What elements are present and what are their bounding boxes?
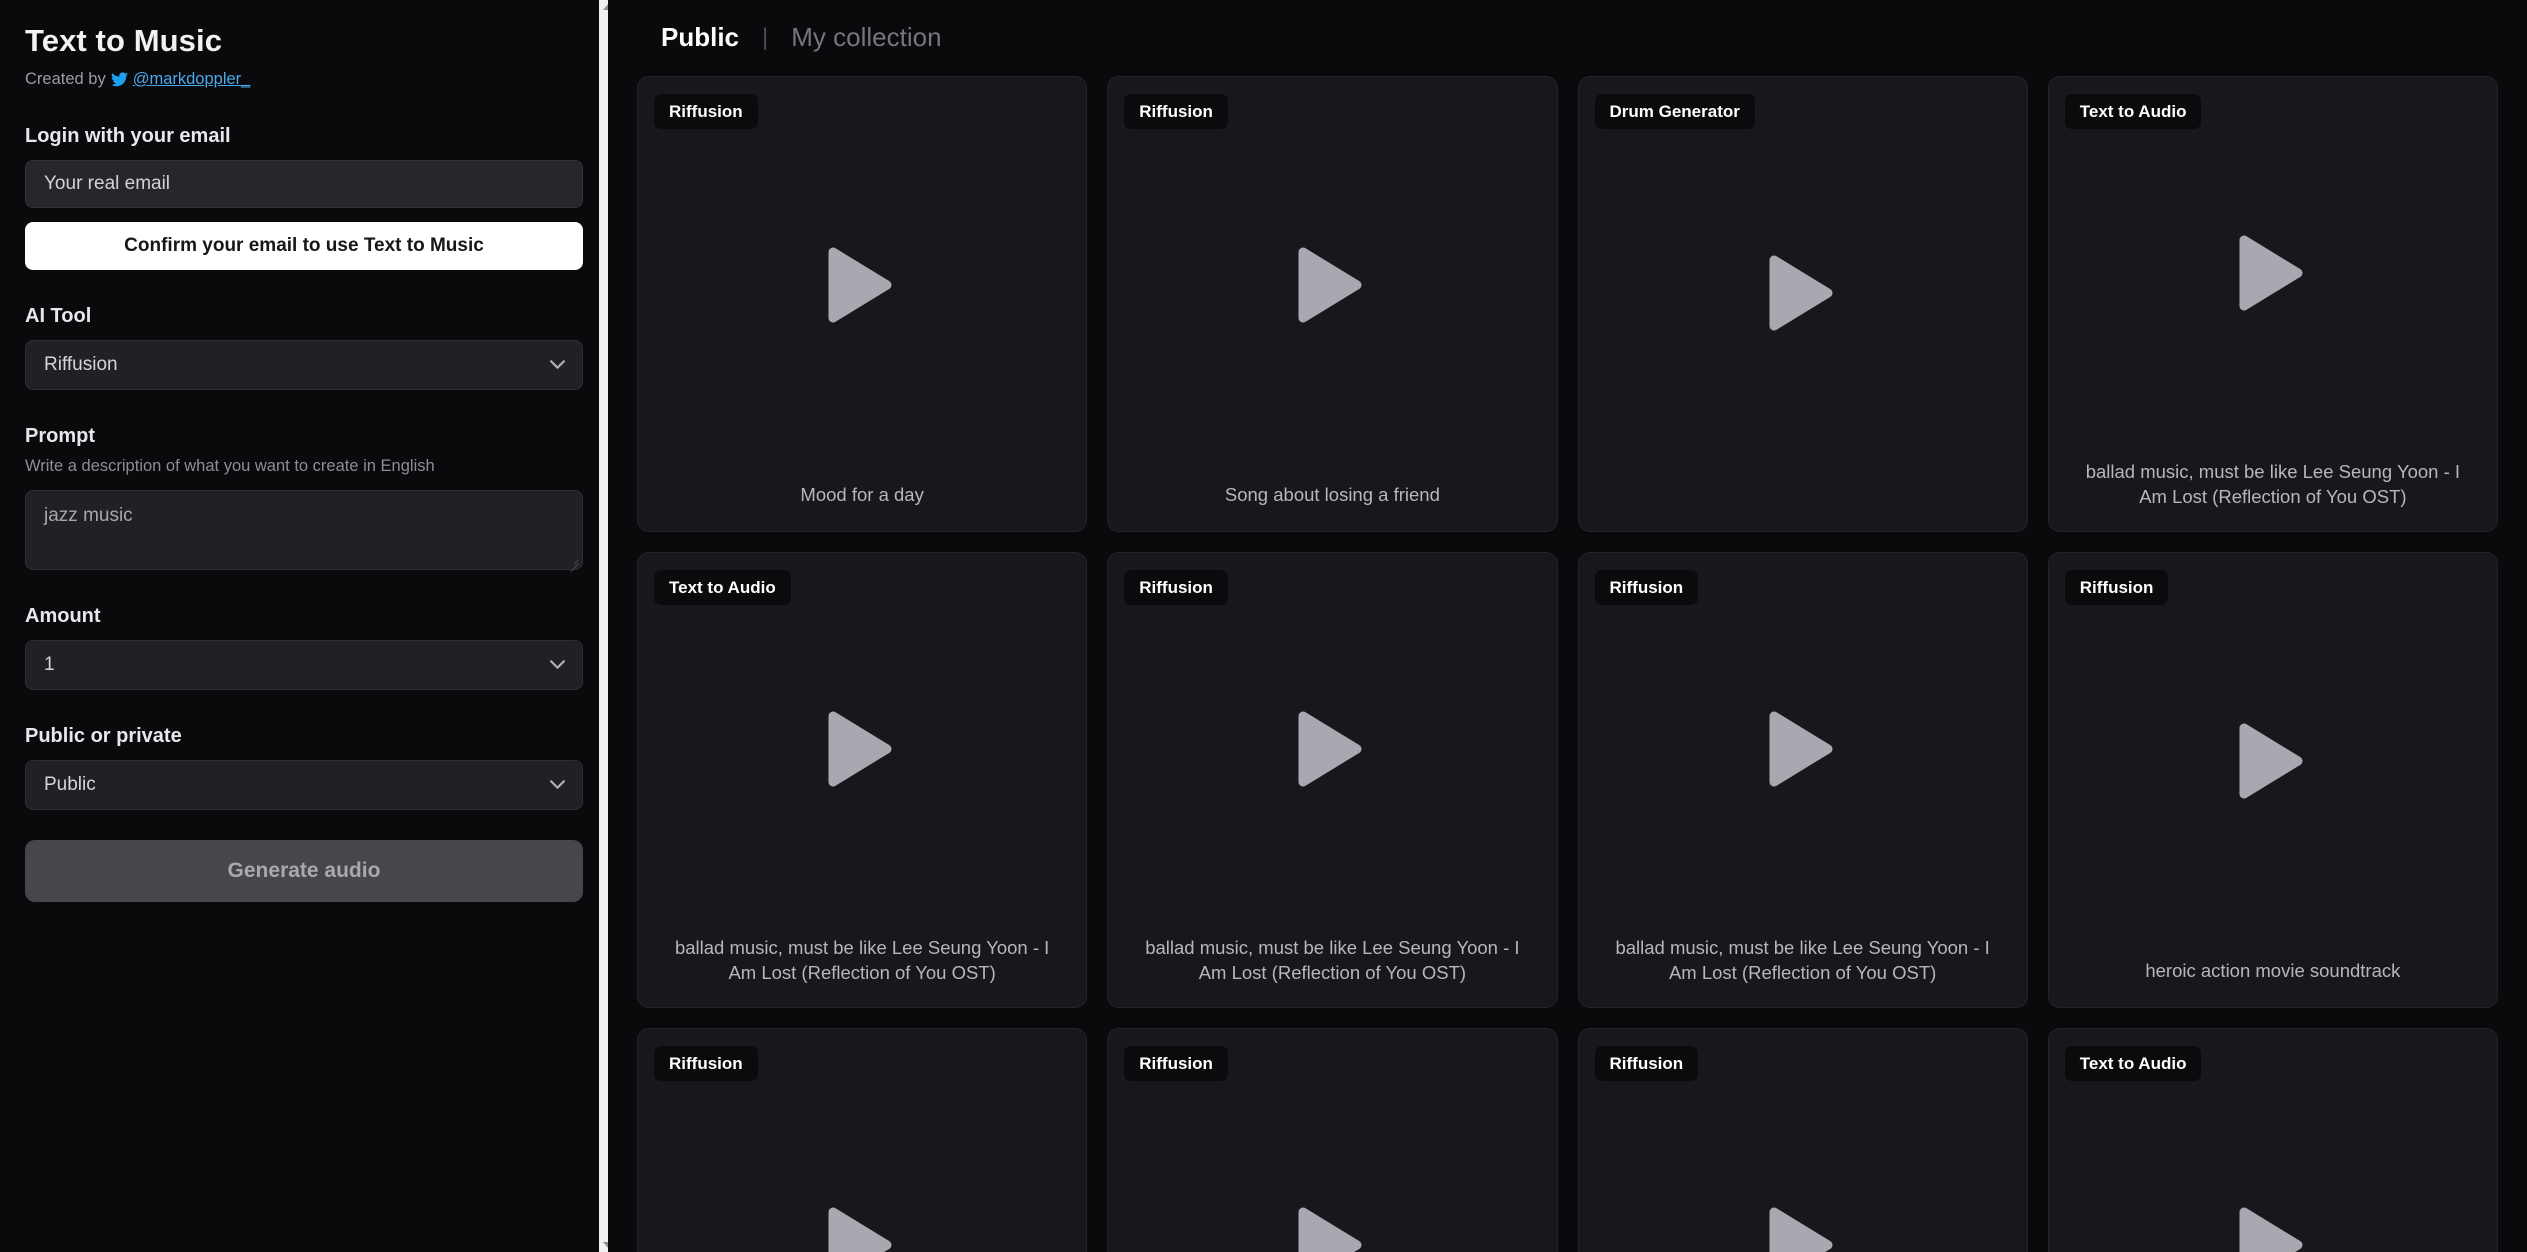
audio-card[interactable]: Riffusion <box>1107 1028 1558 1252</box>
play-triangle-icon <box>825 708 899 795</box>
audio-card[interactable]: Drum Generator <box>1577 76 2028 532</box>
card-tool-badge: Text to Audio <box>2064 1046 2202 1081</box>
card-caption: ballad music, must be like Lee Seung Yoo… <box>2085 460 2461 507</box>
visibility-label: Public or private <box>25 724 182 747</box>
card-caption: Mood for a day <box>800 483 924 505</box>
card-caption: Song about losing a friend <box>1224 483 1440 505</box>
twitter-handle-link[interactable]: @markdoppler_ <box>133 70 251 90</box>
tab-separator: | <box>762 24 769 51</box>
audio-card[interactable]: Riffusion Song about losing a friend <box>1107 76 1558 532</box>
confirm-email-button[interactable]: Confirm your email to use Text to Music <box>25 221 583 270</box>
audio-card[interactable]: Riffusion <box>1577 1028 2028 1252</box>
play-button[interactable] <box>638 77 1086 482</box>
card-tool-badge: Text to Audio <box>654 570 791 605</box>
prompt-helper-text: Write a description of what you want to … <box>25 456 435 475</box>
card-tool-badge: Riffusion <box>1594 570 1699 605</box>
card-tool-badge: Text to Audio <box>2064 94 2202 129</box>
audio-card[interactable]: Riffusion <box>637 1028 1088 1252</box>
main-content: Public | My collection Riffusion Mood for… <box>608 0 2527 1252</box>
prompt-label: Prompt <box>25 424 95 447</box>
play-triangle-icon <box>1295 244 1369 331</box>
card-tool-badge: Riffusion <box>1594 1046 1699 1081</box>
play-button[interactable] <box>638 553 1086 935</box>
card-tool-badge: Riffusion <box>654 94 758 129</box>
tab-bar: Public | My collection <box>633 0 2502 76</box>
card-tool-badge: Riffusion <box>654 1046 758 1081</box>
ai-tool-label: AI Tool <box>25 304 92 327</box>
play-triangle-icon <box>1766 252 1840 339</box>
audio-card[interactable]: Text to Audio ballad music, must be like … <box>2047 76 2498 532</box>
play-triangle-icon <box>1295 708 1369 795</box>
play-button[interactable] <box>2049 77 2497 459</box>
card-caption: ballad music, must be like Lee Seung Yoo… <box>1615 936 1990 983</box>
tab-my-collection[interactable]: My collection <box>791 22 941 53</box>
card-caption: heroic action movie soundtrack <box>2145 959 2401 981</box>
play-button[interactable] <box>1108 553 1556 935</box>
play-triangle-icon <box>1295 1204 1369 1252</box>
play-triangle-icon <box>1766 708 1840 795</box>
card-caption: ballad music, must be like Lee Seung Yoo… <box>1145 936 1520 983</box>
card-tool-badge: Riffusion <box>2064 570 2169 605</box>
card-tool-badge: Drum Generator <box>1594 94 1755 129</box>
play-triangle-icon <box>2236 232 2310 319</box>
play-triangle-icon <box>2236 1204 2310 1252</box>
resize-handle[interactable] <box>568 555 579 566</box>
chevron-down-icon <box>549 774 566 796</box>
sidebar: Text to Music Created by @markdoppler_ L… <box>0 0 618 1252</box>
play-button[interactable] <box>2049 553 2497 958</box>
ai-tool-select[interactable]: Riffusion <box>25 339 583 390</box>
play-triangle-icon <box>1766 1204 1840 1252</box>
visibility-select[interactable]: Public <box>25 759 583 810</box>
chevron-down-icon <box>549 354 566 376</box>
card-tool-badge: Riffusion <box>1124 94 1228 129</box>
prompt-textarea[interactable]: jazz music <box>25 489 583 570</box>
twitter-bird-icon <box>110 72 128 87</box>
play-triangle-icon <box>825 1204 899 1252</box>
ai-tool-value: Riffusion <box>44 353 118 375</box>
card-tool-badge: Riffusion <box>1124 570 1228 605</box>
audio-card[interactable]: Riffusion heroic action movie soundtrack <box>2047 552 2498 1008</box>
prompt-placeholder: jazz music <box>44 504 133 526</box>
play-button[interactable] <box>1108 77 1556 482</box>
page-title: Text to Music <box>25 23 223 58</box>
play-triangle-icon <box>825 244 899 331</box>
email-field[interactable]: Your real email <box>25 159 583 208</box>
visibility-value: Public <box>44 773 96 795</box>
audio-card[interactable]: Riffusion ballad music, must be like Lee … <box>1107 552 1558 1008</box>
play-button[interactable] <box>1579 77 2027 497</box>
audio-card[interactable]: Text to Audio ballad music, must be like … <box>637 552 1088 1008</box>
app-root: Text to Music Created by @markdoppler_ L… <box>0 0 2527 1252</box>
play-triangle-icon <box>2236 720 2310 807</box>
card-tool-badge: Riffusion <box>1124 1046 1228 1081</box>
amount-value: 1 <box>44 653 55 675</box>
generate-audio-button[interactable]: Generate audio <box>25 839 583 902</box>
chevron-down-icon <box>549 654 566 676</box>
email-placeholder: Your real email <box>44 172 171 194</box>
card-caption: ballad music, must be like Lee Seung Yoo… <box>674 936 1050 983</box>
audio-card[interactable]: Riffusion ballad music, must be like Lee … <box>1577 552 2028 1008</box>
amount-select[interactable]: 1 <box>25 639 583 690</box>
audio-card-grid: Riffusion Mood for a day Riffusion Song abo… <box>633 76 2502 1252</box>
amount-label: Amount <box>25 604 101 627</box>
audio-card[interactable]: Text to Audio <box>2047 1028 2498 1252</box>
login-label: Login with your email <box>25 124 231 147</box>
card-caption <box>1579 497 2027 531</box>
tab-public[interactable]: Public <box>661 22 739 53</box>
play-button[interactable] <box>1579 553 2027 935</box>
audio-card[interactable]: Riffusion Mood for a day <box>637 76 1088 532</box>
created-by: Created by @markdoppler_ <box>25 70 583 90</box>
created-by-label: Created by <box>25 69 106 88</box>
